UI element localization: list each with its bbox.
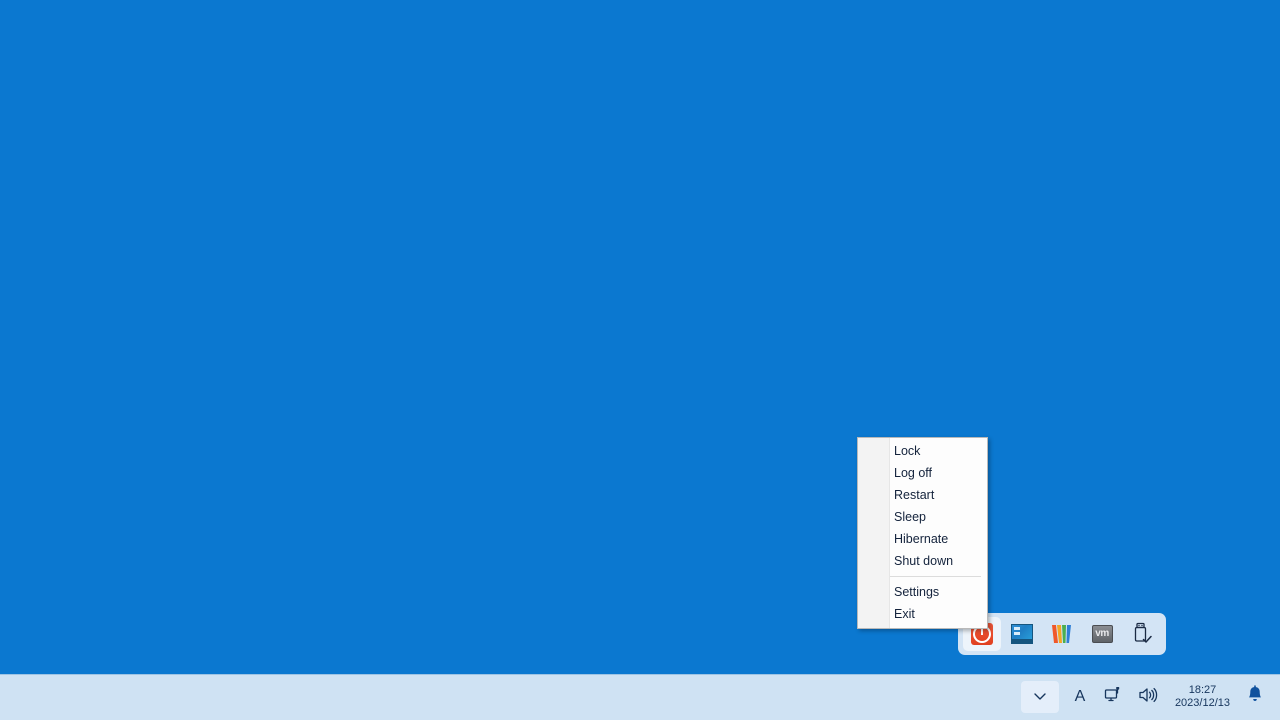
menu-item-log-off[interactable]: Log off bbox=[858, 462, 987, 484]
menu-item-label: Lock bbox=[894, 444, 921, 458]
menu-item-label: Exit bbox=[894, 607, 915, 621]
menu-item-settings[interactable]: Settings bbox=[858, 581, 987, 603]
volume-speaker-icon bbox=[1138, 686, 1158, 709]
tray-clock-time: 18:27 bbox=[1188, 684, 1217, 696]
menu-item-label: Settings bbox=[894, 585, 940, 599]
dock-item-wondershare[interactable] bbox=[1043, 617, 1081, 651]
ime-language-icon: A bbox=[1074, 688, 1086, 705]
floating-app-dock: vm bbox=[958, 613, 1166, 655]
tray-clock-date: 2023/12/13 bbox=[1174, 697, 1230, 709]
wondershare-w-icon bbox=[1050, 624, 1074, 644]
chevron-down-icon bbox=[1033, 688, 1047, 706]
menu-item-lock[interactable]: Lock bbox=[858, 440, 987, 462]
vm-icon-label: vm bbox=[1095, 628, 1109, 639]
dock-item-vm[interactable]: vm bbox=[1083, 617, 1121, 651]
tray-notifications-icon[interactable] bbox=[1238, 681, 1272, 713]
tray-show-hidden-icons[interactable] bbox=[1020, 681, 1059, 713]
menu-item-label: Sleep bbox=[894, 510, 926, 524]
menu-item-restart[interactable]: Restart bbox=[858, 484, 987, 506]
menu-item-label: Restart bbox=[894, 488, 935, 502]
menu-separator bbox=[890, 576, 981, 577]
menu-item-sleep[interactable]: Sleep bbox=[858, 506, 987, 528]
menu-item-shut-down[interactable]: Shut down bbox=[858, 550, 987, 572]
usb-eject-icon bbox=[1131, 622, 1153, 646]
tray-clock[interactable]: 18:27 2023/12/13 bbox=[1165, 684, 1238, 710]
menu-item-exit[interactable]: Exit bbox=[858, 603, 987, 625]
window-app-icon bbox=[1011, 624, 1033, 644]
tray-ime-indicator[interactable]: A bbox=[1063, 681, 1097, 713]
vm-icon: vm bbox=[1091, 625, 1113, 643]
bell-icon bbox=[1246, 684, 1264, 710]
system-tray: A 18:27 2023/12/13 bbox=[1020, 674, 1280, 720]
menu-item-label: Log off bbox=[894, 466, 933, 480]
dock-item-window-app[interactable] bbox=[1003, 617, 1041, 651]
tray-network-icon[interactable] bbox=[1097, 681, 1131, 713]
network-monitor-icon bbox=[1104, 686, 1124, 709]
menu-item-label: Hibernate bbox=[894, 532, 949, 546]
tray-volume-icon[interactable] bbox=[1131, 681, 1165, 713]
power-options-menu: Lock Log off Restart Sleep Hibernate Shu… bbox=[857, 437, 988, 629]
dock-item-usb-eject[interactable] bbox=[1123, 617, 1161, 651]
desktop-background[interactable] bbox=[0, 0, 1280, 674]
menu-item-label: Shut down bbox=[894, 554, 954, 568]
menu-item-hibernate[interactable]: Hibernate bbox=[858, 528, 987, 550]
